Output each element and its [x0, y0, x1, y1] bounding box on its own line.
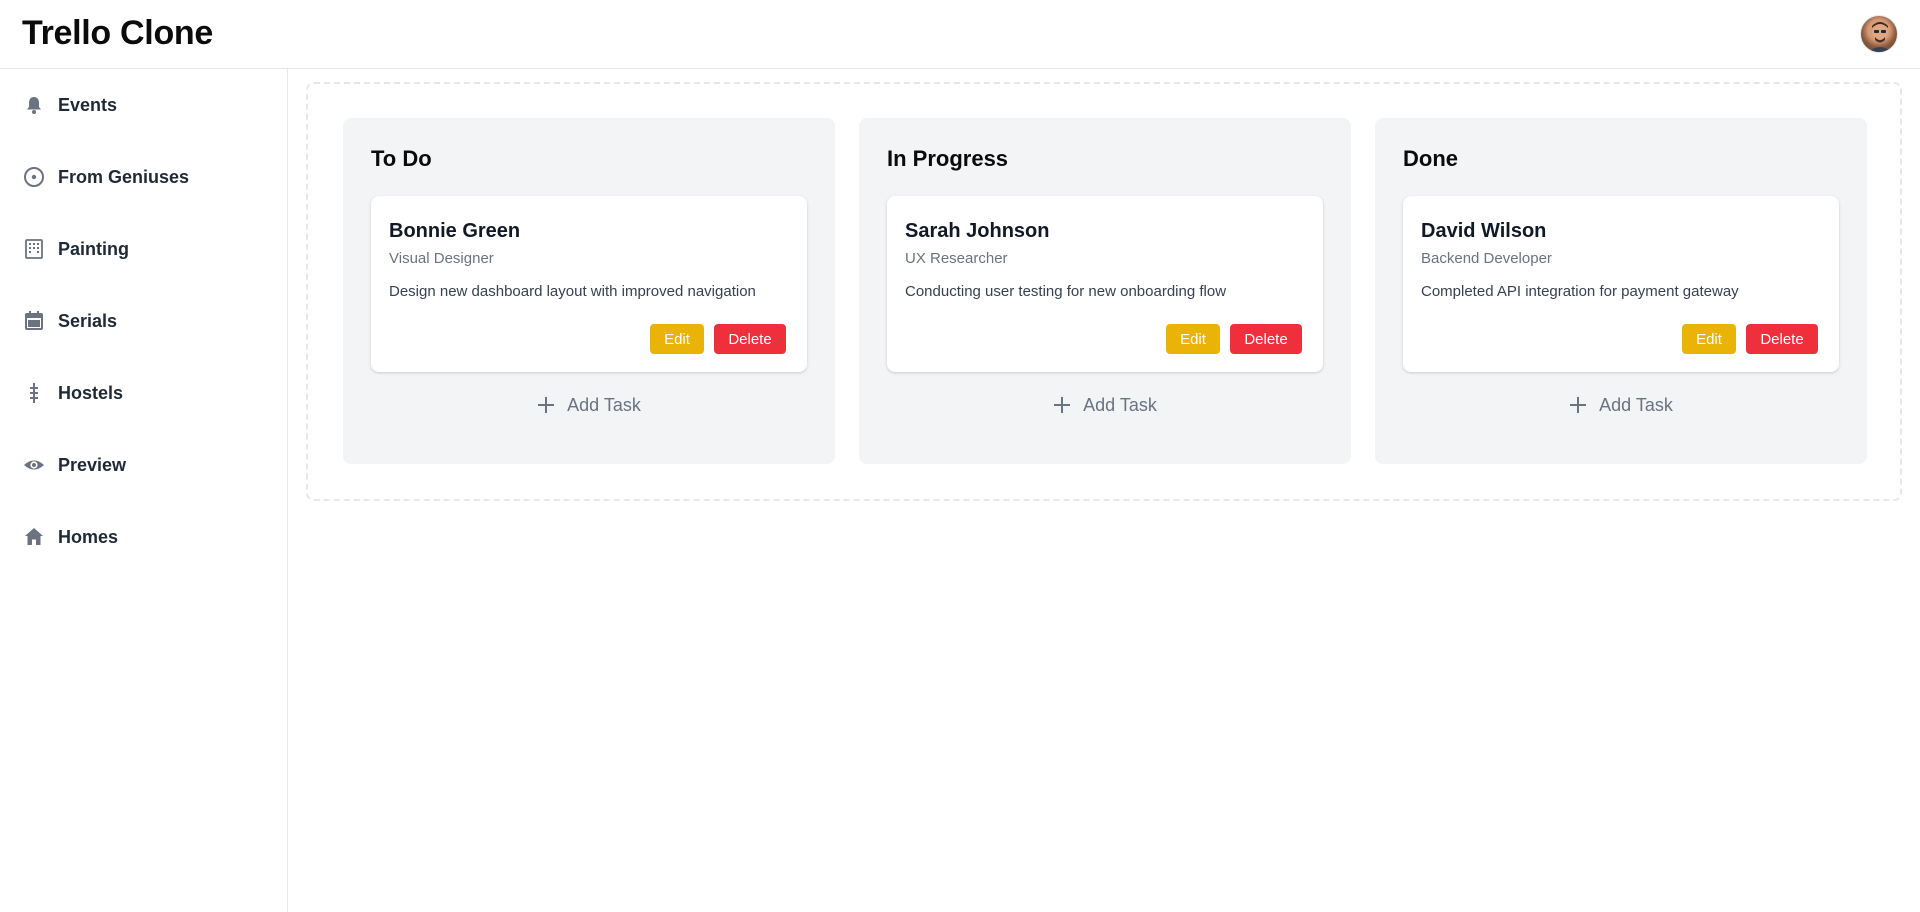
avatar-icon [1868, 22, 1892, 52]
edit-button[interactable]: Edit [1166, 324, 1220, 354]
column-in-progress: In Progress Sarah Johnson UX Researcher … [859, 118, 1351, 464]
sidebar-item-serials[interactable]: Serials [0, 291, 287, 351]
sidebar-item-label: Hostels [58, 382, 124, 403]
sidebar-item-label: Painting [58, 238, 129, 259]
app-title: Trello Clone [22, 14, 213, 52]
sidebar-item-label: From Geniuses [58, 166, 190, 187]
task-card[interactable]: Sarah Johnson UX Researcher Conducting u… [887, 196, 1323, 372]
sidebar-item-painting[interactable]: Painting [0, 219, 287, 279]
delete-button[interactable]: Delete [1230, 324, 1302, 354]
card-role: UX Researcher [905, 250, 1008, 267]
sidebar-item-hostels[interactable]: Hostels [0, 363, 287, 423]
card-role: Visual Designer [389, 250, 494, 267]
delete-button[interactable]: Delete [714, 324, 786, 354]
task-card[interactable]: Bonnie Green Visual Designer Design new … [371, 196, 807, 372]
user-avatar[interactable] [1860, 15, 1898, 53]
column-title: Done [1403, 146, 1458, 171]
card-name: David Wilson [1421, 220, 1547, 242]
sidebar-item-label: Preview [58, 454, 127, 475]
card-name: Bonnie Green [389, 220, 521, 242]
card-description: Completed API integration for payment ga… [1421, 283, 1739, 300]
sidebar-item-from-geniuses[interactable]: From Geniuses [0, 147, 287, 207]
add-task-button[interactable]: Add Task [343, 390, 835, 420]
column-todo: To Do Bonnie Green Visual Designer Desig… [343, 118, 835, 464]
column-done: Done David Wilson Backend Developer Comp… [1375, 118, 1867, 464]
delete-button[interactable]: Delete [1746, 324, 1818, 354]
sidebar: Events From Geniuses Painting Serials Ho… [0, 69, 288, 912]
add-task-button[interactable]: Add Task [859, 390, 1351, 420]
column-title: In Progress [887, 146, 1009, 171]
edit-button[interactable]: Edit [1682, 324, 1736, 354]
card-name: Sarah Johnson [905, 220, 1050, 242]
plus-icon [1569, 396, 1587, 414]
calendar-icon [22, 309, 46, 333]
app-header: Trello Clone [0, 0, 1920, 69]
building-icon [22, 237, 46, 261]
bell-icon [22, 93, 46, 117]
card-description: Conducting user testing for new onboardi… [905, 283, 1227, 300]
add-task-label: Add Task [1599, 394, 1673, 415]
plus-icon [1053, 396, 1071, 414]
home-icon [22, 525, 46, 549]
card-role: Backend Developer [1421, 250, 1552, 267]
add-task-label: Add Task [1083, 394, 1157, 415]
column-title: To Do [371, 146, 432, 171]
sidebar-item-events[interactable]: Events [0, 75, 287, 135]
task-card[interactable]: David Wilson Backend Developer Completed… [1403, 196, 1839, 372]
card-description: Design new dashboard layout with improve… [389, 283, 756, 300]
target-circle-icon [22, 165, 46, 189]
sidebar-item-label: Events [58, 94, 118, 115]
edit-button[interactable]: Edit [650, 324, 704, 354]
plus-icon [537, 396, 555, 414]
add-task-button[interactable]: Add Task [1375, 390, 1867, 420]
sidebar-item-label: Homes [58, 526, 119, 547]
sidebar-item-homes[interactable]: Homes [0, 507, 287, 567]
add-task-label: Add Task [567, 394, 641, 415]
tower-icon [22, 381, 46, 405]
sidebar-item-preview[interactable]: Preview [0, 435, 287, 495]
eye-icon [22, 453, 46, 477]
sidebar-item-label: Serials [58, 310, 118, 331]
